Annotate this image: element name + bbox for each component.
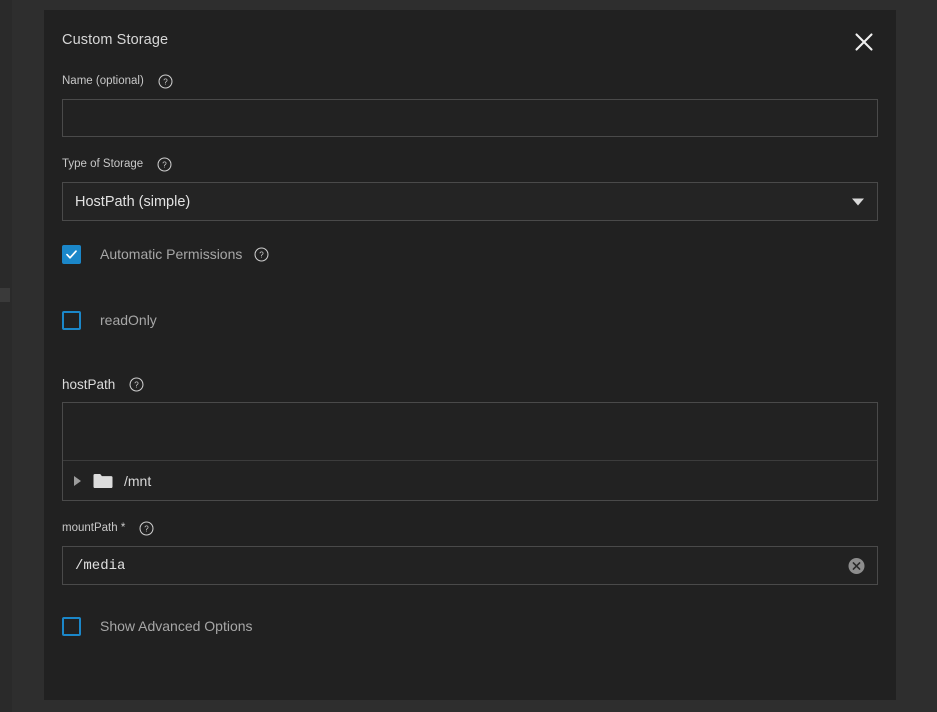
screen-root: Custom Storage Name (optional) ? Type o — [0, 0, 937, 712]
svg-text:?: ? — [260, 250, 265, 259]
show-advanced-options-checkbox[interactable] — [62, 617, 81, 636]
host-path-label: hostPath — [62, 377, 115, 392]
type-of-storage-label-row: Type of Storage ? — [62, 155, 878, 173]
show-advanced-options-row[interactable]: Show Advanced Options — [62, 615, 878, 637]
automatic-permissions-checkbox[interactable] — [62, 245, 81, 264]
automatic-permissions-label: Automatic Permissions — [100, 246, 242, 262]
clear-circle-x-icon[interactable] — [848, 557, 865, 574]
help-circle-icon[interactable]: ? — [139, 521, 154, 536]
tree-item-label: /mnt — [124, 473, 151, 489]
dialog-body: Name (optional) ? Type of Storage ? Host… — [44, 72, 896, 637]
tree-item-mnt[interactable]: /mnt — [63, 460, 877, 500]
mount-path-label: mountPath * — [62, 522, 125, 534]
host-path-tree: /mnt — [62, 402, 878, 501]
close-icon[interactable] — [846, 24, 882, 60]
host-path-tree-empty-area — [63, 403, 877, 460]
mount-path-input[interactable] — [62, 546, 878, 585]
type-of-storage-select[interactable]: HostPath (simple) — [62, 182, 878, 221]
mount-path-label-row: mountPath * ? — [62, 519, 878, 537]
help-circle-icon[interactable]: ? — [157, 157, 172, 172]
help-circle-icon[interactable]: ? — [158, 74, 173, 89]
help-circle-icon[interactable]: ? — [129, 377, 144, 392]
dialog-header: Custom Storage — [44, 10, 896, 72]
mount-path-input-wrap — [62, 546, 878, 585]
read-only-label: readOnly — [100, 312, 157, 328]
background-seam-left — [0, 0, 12, 712]
host-path-label-row: hostPath ? — [62, 375, 878, 393]
name-field-label-row: Name (optional) ? — [62, 72, 878, 90]
triangle-right-icon[interactable] — [74, 476, 81, 486]
svg-text:?: ? — [135, 380, 140, 389]
read-only-row[interactable]: readOnly — [62, 309, 878, 331]
type-of-storage-label: Type of Storage — [62, 158, 143, 170]
chevron-down-icon[interactable] — [852, 198, 864, 205]
svg-text:?: ? — [162, 160, 167, 169]
svg-text:?: ? — [163, 77, 168, 86]
dialog-title: Custom Storage — [62, 32, 168, 48]
folder-icon — [93, 473, 113, 489]
help-circle-icon[interactable]: ? — [254, 247, 269, 262]
name-field-label: Name (optional) — [62, 75, 144, 87]
svg-text:?: ? — [145, 524, 150, 533]
show-advanced-options-label: Show Advanced Options — [100, 618, 253, 634]
automatic-permissions-row[interactable]: Automatic Permissions ? — [62, 243, 878, 265]
name-input[interactable] — [62, 99, 878, 137]
type-of-storage-value: HostPath (simple) — [75, 194, 190, 210]
custom-storage-dialog: Custom Storage Name (optional) ? Type o — [44, 10, 896, 700]
background-seam-marker — [0, 288, 10, 302]
read-only-checkbox[interactable] — [62, 311, 81, 330]
type-of-storage-select-wrap: HostPath (simple) — [62, 182, 878, 221]
